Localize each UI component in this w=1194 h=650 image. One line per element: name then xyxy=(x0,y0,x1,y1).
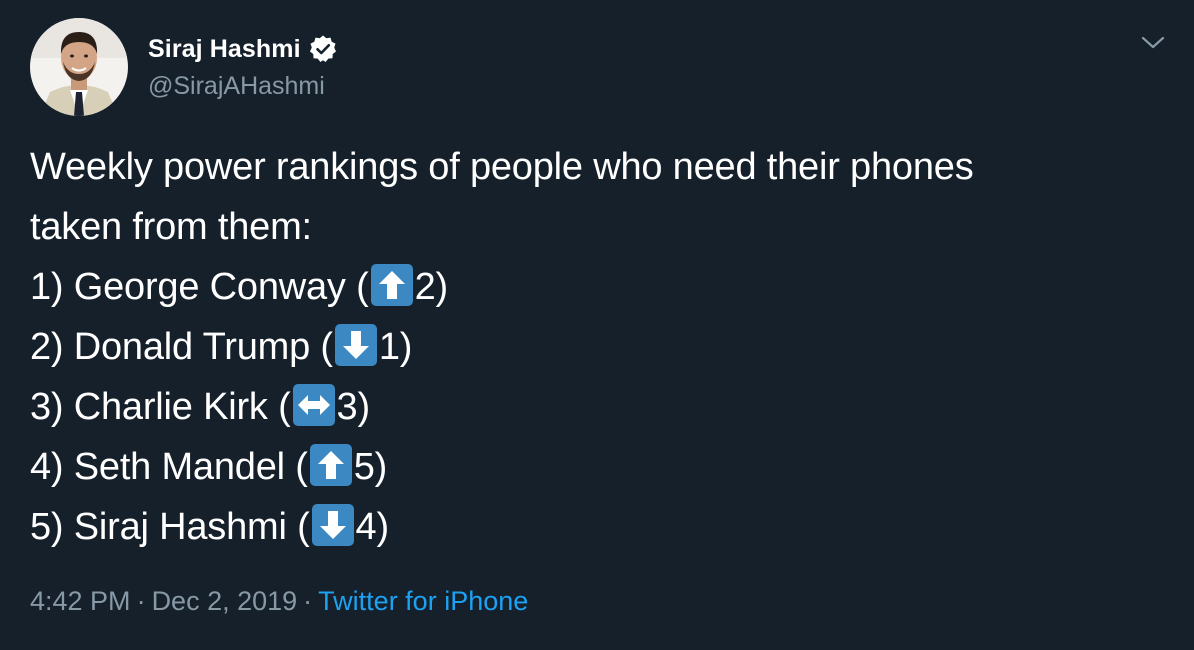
ranking-close-paren: ) xyxy=(435,266,449,308)
left-right-arrow-icon xyxy=(292,383,336,427)
chevron-down-icon[interactable] xyxy=(1136,30,1170,56)
author-display-name[interactable]: Siraj Hashmi xyxy=(148,35,301,64)
ranking-close-paren: ) xyxy=(357,386,370,428)
meta-separator: · xyxy=(136,586,146,616)
ranking-close-paren: ) xyxy=(376,506,389,548)
previous-rank: 4 xyxy=(355,506,377,548)
ranking-item: 2) Donald Trump ( 1) xyxy=(30,317,1180,377)
previous-rank: 5 xyxy=(353,446,375,488)
ranking-text: 1) George Conway ( xyxy=(30,266,369,308)
author-handle[interactable]: @SirajAHashmi xyxy=(148,72,325,101)
ranking-text: 2) Donald Trump ( xyxy=(30,326,333,368)
tweet-source-link[interactable]: Twitter for iPhone xyxy=(318,586,528,616)
tweet-intro-line: Weekly power rankings of people who need… xyxy=(30,146,974,188)
previous-rank: 3 xyxy=(336,386,358,428)
tweet-time[interactable]: 4:42 PM xyxy=(30,586,131,616)
tweet-text: Weekly power rankings of people who need… xyxy=(30,137,1180,557)
up-arrow-icon xyxy=(309,443,353,487)
ranking-close-paren: ) xyxy=(374,446,388,488)
down-arrow-icon xyxy=(334,323,378,367)
avatar[interactable] xyxy=(30,18,128,116)
previous-rank: 1 xyxy=(378,326,400,368)
up-arrow-icon xyxy=(370,263,414,307)
meta-separator: · xyxy=(303,586,313,616)
ranking-text: 4) Seth Mandel ( xyxy=(30,446,308,488)
tweet-metadata: 4:42 PM · Dec 2, 2019 · Twitter for iPhone xyxy=(30,586,528,617)
down-arrow-icon xyxy=(311,503,355,547)
ranking-item: 1) George Conway ( 2) xyxy=(30,257,1180,317)
ranking-item: 5) Siraj Hashmi ( 4) xyxy=(30,497,1180,557)
ranking-text: 5) Siraj Hashmi ( xyxy=(30,506,310,548)
ranking-item: 3) Charlie Kirk ( 3) xyxy=(30,377,1180,437)
tweet-intro-line: taken from them: xyxy=(30,206,312,248)
ranking-close-paren: ) xyxy=(399,326,413,368)
verified-badge-icon xyxy=(308,34,338,64)
author-name-row[interactable]: Siraj Hashmi xyxy=(148,32,338,66)
ranking-item: 4) Seth Mandel ( 5) xyxy=(30,437,1180,497)
previous-rank: 2 xyxy=(414,266,436,308)
tweet-card: Siraj Hashmi @SirajAHashmi Weekly power … xyxy=(0,0,1194,650)
tweet-date[interactable]: Dec 2, 2019 xyxy=(152,586,298,616)
ranking-text: 3) Charlie Kirk ( xyxy=(30,386,291,428)
